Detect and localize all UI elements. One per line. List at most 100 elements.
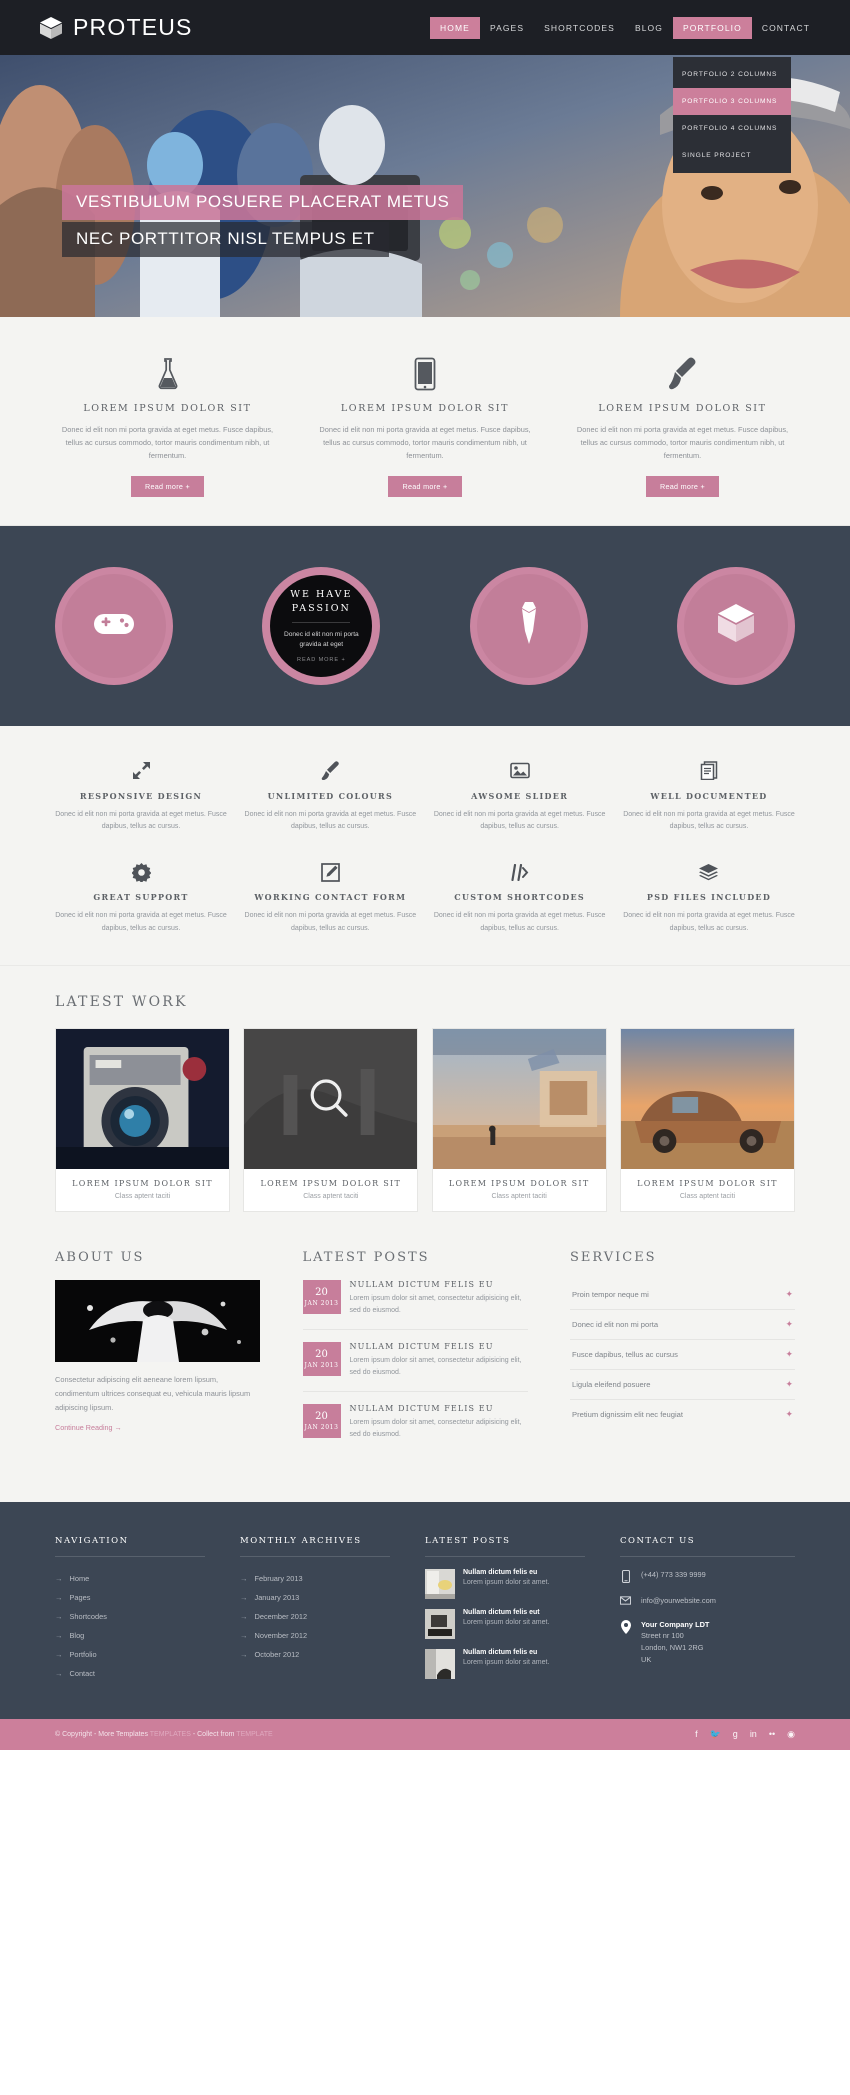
- archive-link-october-2012[interactable]: → October 2012: [240, 1645, 390, 1664]
- archive-link-february-2013[interactable]: → February 2013: [240, 1569, 390, 1588]
- feature-title: CUSTOM SHORTCODES: [454, 892, 585, 903]
- circle-feature-passion[interactable]: WE HAVE PASSION Donec id elit non mi por…: [262, 566, 381, 685]
- nav-item-shortcodes[interactable]: SHORTCODES: [534, 17, 625, 39]
- service-title: LOREM IPSUM DOLOR SIT: [83, 403, 252, 414]
- footer-nav-home[interactable]: → Home: [55, 1569, 205, 1588]
- nav-item-blog[interactable]: BLOG: [625, 17, 673, 39]
- footer-nav-blog[interactable]: → Blog: [55, 1626, 205, 1645]
- social-links[interactable]: f 🐦 g in •• ◉: [695, 1729, 795, 1739]
- nav-label: SHORTCODES: [544, 23, 615, 33]
- location-pin-icon: [620, 1619, 631, 1634]
- latest-work-section: LATEST WORK LOREM IPSUM DOLOR SIT Class …: [0, 966, 850, 1243]
- post-item[interactable]: 20 JAN 2013 NULLAM DICTUM FELIS EU Lorem…: [302, 1404, 528, 1453]
- desert-scene-photo: [432, 1029, 606, 1170]
- footer-post-item[interactable]: Nullam dictum felis eut Lorem ipsum dolo…: [425, 1608, 585, 1639]
- service-list-label: Fusce dapibus, tellus ac cursus: [572, 1350, 678, 1360]
- contact-phone: (+44) 773 339 9999: [641, 1569, 706, 1579]
- feature-item: GREAT SUPPORT Donec id elit non mi porta…: [55, 861, 227, 935]
- nav-item-contact[interactable]: CONTACT: [752, 17, 820, 39]
- service-list-item[interactable]: Pretium dignissim elit nec feugiat ✦: [570, 1400, 795, 1429]
- read-more-button[interactable]: Read more +: [388, 475, 462, 497]
- circle-cube[interactable]: [676, 566, 795, 685]
- read-more-button[interactable]: Read more +: [130, 475, 205, 497]
- service-list-item[interactable]: Fusce dapibus, tellus ac cursus ✦: [570, 1340, 795, 1371]
- logo[interactable]: PROTEUS: [38, 14, 193, 41]
- post-body: Lorem ipsum dolor sit amet, consectetur …: [349, 1357, 522, 1376]
- gear-icon: [55, 861, 227, 883]
- dribbble-icon[interactable]: ◉: [787, 1729, 795, 1739]
- footer-nav-portfolio[interactable]: → Portfolio: [55, 1645, 205, 1664]
- feature-body: Donec id elit non mi porta gravida at eg…: [623, 912, 795, 932]
- service-list-item[interactable]: Donec id elit non mi porta ✦: [570, 1310, 795, 1341]
- portfolio-dropdown[interactable]: PORTFOLIO 2 COLUMNS PORTFOLIO 3 COLUMNS …: [672, 57, 791, 173]
- copyright-link-template[interactable]: TEMPLATE: [236, 1731, 272, 1738]
- dropdown-item-portfolio-3-columns[interactable]: PORTFOLIO 3 COLUMNS: [672, 88, 791, 115]
- copyright-link-templates[interactable]: TEMPLATES: [150, 1731, 191, 1738]
- layers-icon: [623, 861, 795, 883]
- read-more-button[interactable]: Read more +: [645, 475, 720, 497]
- contact-country: UK: [641, 1655, 652, 1665]
- work-card[interactable]: LOREM IPSUM DOLOR SIT Class aptent tacit…: [243, 1028, 419, 1213]
- service-body: Donec id elit non mi porta gravida at eg…: [319, 425, 531, 460]
- twitter-icon[interactable]: 🐦: [710, 1729, 721, 1739]
- circle-gamepad[interactable]: [55, 566, 173, 685]
- circle-tie[interactable]: [469, 566, 588, 685]
- post-day: 20: [315, 1348, 328, 1360]
- work-card[interactable]: LOREM IPSUM DOLOR SIT Class aptent tacit…: [619, 1028, 795, 1213]
- feature-title: PSD FILES INCLUDED: [646, 892, 772, 903]
- post-title: NULLAM DICTUM FELIS EU: [349, 1342, 494, 1352]
- contact-phone-row: (+44) 773 339 9999: [620, 1569, 795, 1583]
- google-plus-icon[interactable]: g: [733, 1729, 738, 1739]
- hero-caption: VESTIBULUM POSUERE PLACERAT METUS NEC PO…: [62, 185, 464, 259]
- feature-item: WORKING CONTACT FORM Donec id elit non m…: [244, 861, 416, 935]
- contact-email[interactable]: info@yourwebsite.com: [641, 1595, 716, 1607]
- service-list-item[interactable]: Ligula eleifend posuere ✦: [570, 1370, 795, 1401]
- service-list-item[interactable]: Proin tempor neque mi ✦: [570, 1280, 795, 1311]
- documents-icon: [623, 760, 795, 782]
- plus-icon: ✦: [785, 1379, 793, 1390]
- footer-nav-contact[interactable]: → Contact: [55, 1664, 205, 1683]
- archive-label: January 2013: [254, 1592, 300, 1602]
- work-subtitle: Class aptent taciti: [114, 1193, 171, 1201]
- main-nav[interactable]: HOME PAGES SHORTCODES BLOG PORTFOLIO POR…: [430, 0, 820, 173]
- archive-label: November 2012: [254, 1630, 308, 1640]
- hero-caption-line-1: VESTIBULUM POSUERE PLACERAT METUS: [62, 185, 464, 220]
- footer-post-item[interactable]: Nullam dictum felis eu Lorem ipsum dolor…: [425, 1568, 585, 1599]
- continue-reading-link[interactable]: Continue Reading →: [55, 1423, 122, 1432]
- linkedin-icon[interactable]: in: [750, 1729, 757, 1739]
- feature-title-line-2: PASSION: [291, 603, 351, 615]
- footer-nav-shortcodes[interactable]: → Shortcodes: [55, 1607, 205, 1626]
- archive-link-december-2012[interactable]: → December 2012: [240, 1607, 390, 1626]
- flickr-icon[interactable]: ••: [769, 1729, 775, 1739]
- work-card[interactable]: LOREM IPSUM DOLOR SIT Class aptent tacit…: [55, 1028, 230, 1213]
- post-title: NULLAM DICTUM FELIS EU: [349, 1404, 494, 1414]
- paintbrush-icon: [570, 351, 795, 391]
- nav-item-portfolio[interactable]: PORTFOLIO PORTFOLIO 2 COLUMNS PORTFOLIO …: [672, 17, 791, 173]
- copyright-bar: © Copyright - More Templates TEMPLATES -…: [0, 1718, 850, 1750]
- expand-arrows-icon: [55, 760, 227, 782]
- footer-post-item[interactable]: Nullam dictum felis eu Lorem ipsum dolor…: [425, 1648, 585, 1679]
- cube-icon: [716, 602, 756, 649]
- post-item[interactable]: 20 JAN 2013 NULLAM DICTUM FELIS EU Lorem…: [302, 1342, 528, 1393]
- post-thumbnail: [425, 1648, 455, 1679]
- arrow-right-icon: →: [240, 1611, 248, 1621]
- service-body: Donec id elit non mi porta gravida at eg…: [576, 425, 789, 460]
- nav-label: HOME: [440, 23, 470, 33]
- facebook-icon[interactable]: f: [695, 1729, 698, 1739]
- divider: [292, 621, 351, 623]
- work-card[interactable]: LOREM IPSUM DOLOR SIT Class aptent tacit…: [431, 1028, 607, 1213]
- dropdown-item-single-project[interactable]: SINGLE PROJECT: [673, 142, 791, 169]
- feature-body: Donec id elit non mi porta gravida at eg…: [244, 912, 417, 932]
- site-header: PROTEUS HOME PAGES SHORTCODES BLOG PORTF…: [0, 0, 850, 173]
- archive-link-november-2012[interactable]: → November 2012: [240, 1626, 390, 1645]
- dropdown-item-portfolio-2-columns[interactable]: PORTFOLIO 2 COLUMNS: [673, 61, 791, 88]
- nav-item-home[interactable]: HOME: [430, 17, 480, 39]
- footer-nav-pages[interactable]: → Pages: [55, 1588, 205, 1607]
- dropdown-item-portfolio-4-columns[interactable]: PORTFOLIO 4 COLUMNS: [673, 115, 791, 142]
- archive-link-january-2013[interactable]: → January 2013: [240, 1588, 390, 1607]
- post-item[interactable]: 20 JAN 2013 NULLAM DICTUM FELIS EU Lorem…: [302, 1280, 528, 1331]
- nav-item-pages[interactable]: PAGES: [480, 17, 534, 39]
- feature-read-more[interactable]: READ MORE +: [297, 657, 346, 663]
- feature-body: Donec id elit non mi porta gravida at eg…: [55, 810, 227, 831]
- post-date-badge: 20 JAN 2013: [302, 1342, 341, 1377]
